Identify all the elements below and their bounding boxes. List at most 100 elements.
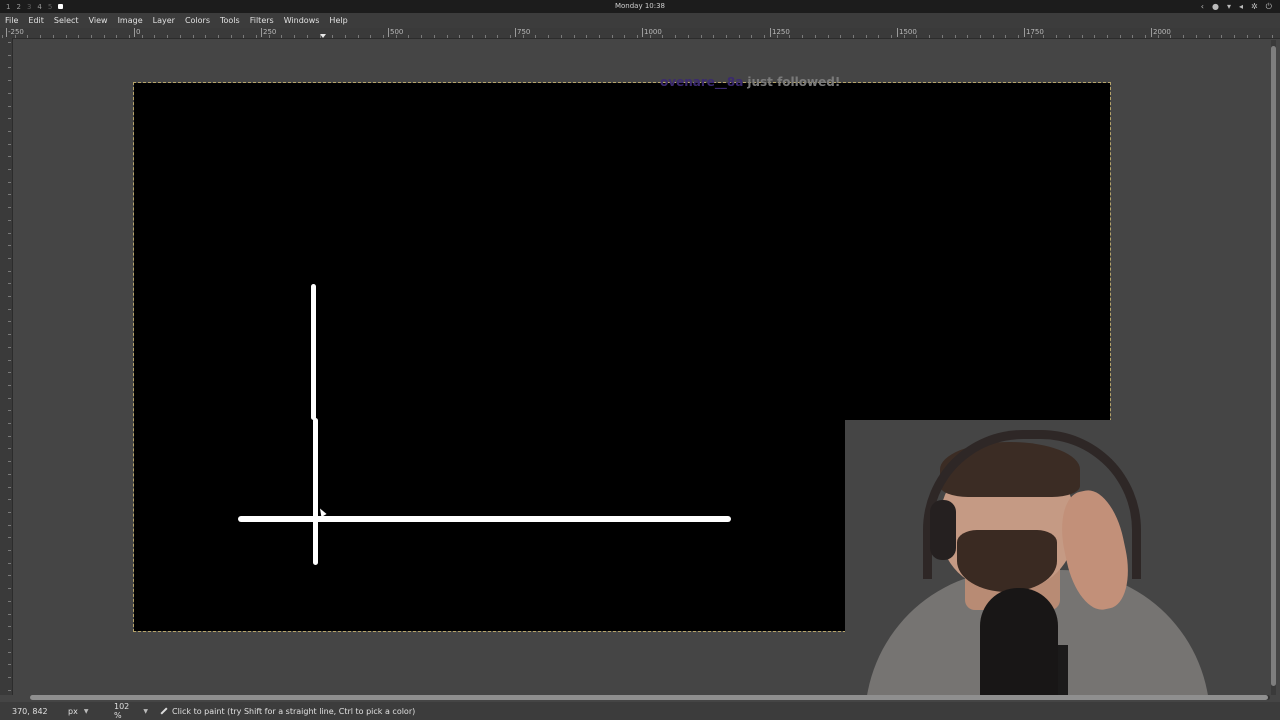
ruler-minor-tick <box>357 35 359 38</box>
ruler-minor-tick <box>8 537 11 539</box>
ruler-minor-tick <box>1056 35 1058 38</box>
painted-vertical-stroke <box>311 284 316 420</box>
ruler-minor-tick <box>205 35 207 38</box>
tool-hint-text: Click to paint (try Shift for a straight… <box>172 706 416 716</box>
ruler-minor-tick <box>8 435 11 437</box>
volume-icon[interactable]: ◂ <box>1239 2 1243 11</box>
menu-edit[interactable]: Edit <box>23 16 49 25</box>
ruler-minor-tick <box>306 35 308 38</box>
menu-file[interactable]: File <box>0 16 23 25</box>
ruler-minor-tick <box>8 499 11 501</box>
back-arrow-icon[interactable]: ‹ <box>1201 2 1204 11</box>
horizontal-ruler[interactable]: -250 0 250 500 750 1000 1250 1500 1750 2… <box>0 28 1280 39</box>
horizontal-scrollbar[interactable] <box>30 695 1270 700</box>
menu-layer[interactable]: Layer <box>148 16 180 25</box>
vertical-scrollbar-thumb[interactable] <box>1271 46 1276 686</box>
ruler-minor-tick <box>1068 35 1070 38</box>
ruler-minor-tick <box>192 35 194 38</box>
system-tray: ‹ ● ▾ ◂ ✲ ⏻ <box>1201 0 1272 13</box>
ruler-minor-tick <box>8 232 11 234</box>
menu-tools[interactable]: Tools <box>215 16 245 25</box>
pointer-coordinates: 370, 842 <box>12 706 48 716</box>
ruler-minor-tick <box>8 550 11 551</box>
power-icon[interactable]: ⏻ <box>1266 2 1272 12</box>
ruler-tick-label: 2000 <box>1151 28 1171 37</box>
headphone-cup-left <box>930 500 956 560</box>
ruler-minor-tick <box>471 35 473 38</box>
wifi-icon[interactable]: ▾ <box>1227 2 1231 11</box>
stream-follow-alert: ovenare__8a just followed! <box>660 75 840 89</box>
ruler-minor-tick <box>8 42 11 43</box>
ruler-minor-tick <box>8 105 11 107</box>
settings-icon[interactable]: ✲ <box>1251 2 1258 11</box>
chevron-down-icon: ▼ <box>83 707 89 715</box>
ruler-minor-tick <box>8 207 11 209</box>
ruler-minor-tick <box>687 35 689 38</box>
vertical-scrollbar[interactable] <box>1271 40 1276 695</box>
ruler-minor-tick <box>992 35 994 38</box>
ruler-tick-label: 750 <box>514 28 531 37</box>
vertical-ruler[interactable] <box>0 38 13 695</box>
ruler-minor-tick <box>421 35 423 38</box>
ruler-minor-tick <box>814 35 816 38</box>
menu-filters[interactable]: Filters <box>245 16 279 25</box>
ruler-minor-tick <box>8 384 11 386</box>
ruler-minor-tick <box>713 35 715 38</box>
ruler-minor-tick <box>1208 35 1210 38</box>
menu-view[interactable]: View <box>84 16 113 25</box>
ruler-minor-tick <box>8 638 11 640</box>
ruler-minor-tick <box>8 321 11 323</box>
horizontal-scrollbar-thumb[interactable] <box>30 695 1268 700</box>
ruler-minor-tick <box>27 35 29 38</box>
ruler-minor-tick <box>1157 35 1159 38</box>
ruler-minor-tick <box>8 219 11 221</box>
menu-select[interactable]: Select <box>49 16 84 25</box>
zoom-selector[interactable]: 102 % ▼ <box>110 702 152 720</box>
ruler-minor-tick <box>967 35 969 38</box>
menu-image[interactable]: Image <box>113 16 148 25</box>
ruler-minor-tick <box>8 372 11 374</box>
ruler-tick-label: 1500 <box>897 28 917 37</box>
ruler-minor-tick <box>611 35 613 38</box>
ruler-minor-tick <box>8 130 11 132</box>
ruler-minor-tick <box>256 35 257 38</box>
menu-windows[interactable]: Windows <box>279 16 325 25</box>
painted-vertical-stroke <box>313 418 318 565</box>
ruler-minor-tick <box>154 35 156 38</box>
system-top-bar: 1 2 3 4 5 Monday 10:38 ‹ ● ▾ ◂ ✲ ⏻ <box>0 0 1280 13</box>
ruler-minor-tick <box>8 169 11 170</box>
ruler-minor-tick <box>383 35 384 38</box>
ruler-minor-tick <box>979 35 981 38</box>
ruler-minor-tick <box>243 35 245 38</box>
mic-icon[interactable]: ● <box>1212 2 1219 11</box>
ruler-minor-tick <box>8 613 11 615</box>
ruler-minor-tick <box>52 35 54 38</box>
ruler-minor-tick <box>268 35 270 38</box>
ruler-minor-tick <box>8 664 11 666</box>
ruler-minor-tick <box>90 35 92 38</box>
ruler-minor-tick <box>865 35 867 38</box>
ruler-minor-tick <box>344 35 346 38</box>
ruler-minor-tick <box>484 35 486 38</box>
ruler-minor-tick <box>1094 35 1096 38</box>
ruler-minor-tick <box>751 35 753 38</box>
ruler-minor-tick <box>8 511 11 513</box>
ruler-minor-tick <box>573 35 575 38</box>
ruler-pointer-marker <box>320 34 326 38</box>
ruler-minor-tick <box>1043 35 1045 38</box>
ruler-minor-tick <box>459 35 461 38</box>
ruler-minor-tick <box>598 35 600 38</box>
ruler-minor-tick <box>1272 35 1273 38</box>
ruler-minor-tick <box>878 35 880 38</box>
ruler-minor-tick <box>8 54 11 56</box>
unit-selector[interactable]: px ▼ <box>64 707 102 716</box>
ruler-minor-tick <box>179 35 181 38</box>
menu-help[interactable]: Help <box>324 16 352 25</box>
ruler-minor-tick <box>8 562 11 564</box>
zoom-value: 102 % <box>114 702 130 720</box>
menu-colors[interactable]: Colors <box>180 16 215 25</box>
ruler-minor-tick <box>637 35 638 38</box>
ruler-minor-tick <box>497 35 499 38</box>
menu-bar: File Edit Select View Image Layer Colors… <box>0 13 1280 28</box>
ruler-minor-tick <box>65 35 67 38</box>
